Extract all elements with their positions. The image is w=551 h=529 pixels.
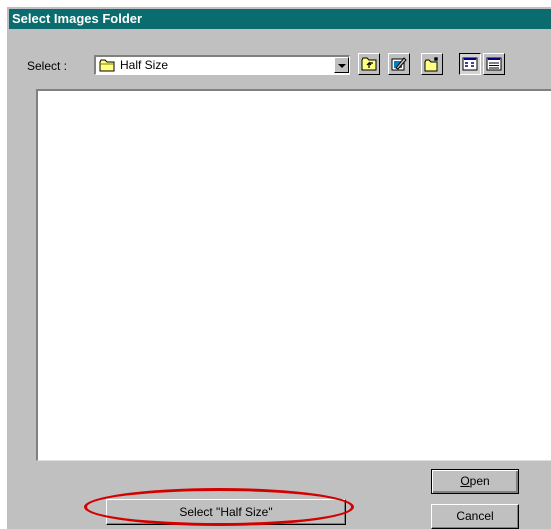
folder-icon — [99, 59, 115, 72]
details-view-button[interactable] — [483, 53, 505, 75]
new-folder-icon — [424, 57, 438, 72]
open-label: pen — [469, 474, 490, 488]
current-folder-value: Half Size — [120, 58, 169, 72]
up-one-level-button[interactable] — [358, 53, 380, 75]
cancel-label: Cancel — [456, 509, 494, 523]
desktop-button[interactable] — [388, 53, 410, 75]
dropdown-arrow-icon[interactable] — [334, 57, 349, 73]
list-view-icon — [462, 57, 478, 71]
list-view-button[interactable] — [459, 53, 481, 75]
details-view-icon — [486, 57, 502, 71]
open-mnemonic: O — [460, 474, 470, 488]
folder-contents-list[interactable] — [36, 89, 551, 461]
title-bar[interactable]: Select Images Folder — [9, 9, 551, 29]
select-images-folder-dialog: Select Images Folder Select : Half Size — [6, 6, 551, 529]
cancel-button[interactable]: Cancel — [431, 504, 519, 529]
folder-combobox[interactable]: Half Size — [94, 55, 350, 75]
desktop-icon — [391, 57, 407, 71]
select-folder-label: Select "Half Size" — [179, 505, 273, 519]
select-label: Select : — [27, 59, 68, 73]
new-folder-button[interactable] — [421, 53, 443, 75]
select-folder-button[interactable]: Select "Half Size" — [106, 499, 346, 525]
up-one-level-icon — [361, 57, 377, 71]
window-title: Select Images Folder — [12, 11, 143, 26]
open-button[interactable]: Open — [431, 469, 519, 494]
